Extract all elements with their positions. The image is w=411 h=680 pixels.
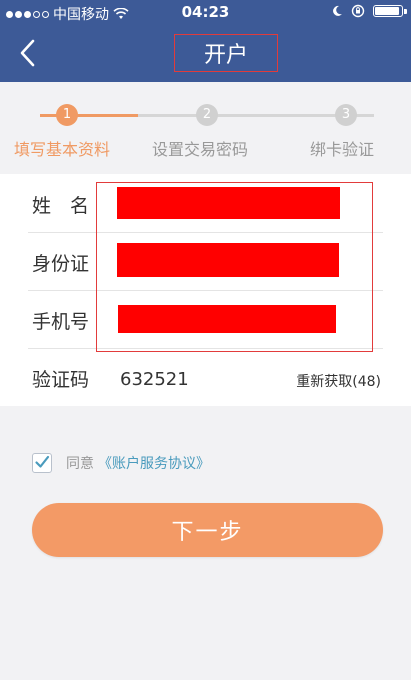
step-line-1 <box>40 114 138 117</box>
step-3-number: 3 <box>335 104 357 126</box>
status-right <box>331 4 407 18</box>
agreement-row: 同意 《账户服务协议》 <box>32 453 210 473</box>
progress-steps: 1 2 3 填写基本资料 设置交易密码 绑卡验证 <box>0 82 411 174</box>
nav-bar: 开户 <box>0 26 411 82</box>
resend-code-button[interactable]: 重新获取(48) <box>296 371 381 391</box>
status-bar: 中国移动 04:23 <box>0 0 411 26</box>
phone-label: 手机号 <box>32 311 90 333</box>
name-label: 姓 名 <box>32 195 90 217</box>
rotation-lock-icon <box>351 4 365 18</box>
step-2-label: 设置交易密码 <box>152 140 249 159</box>
moon-icon <box>333 5 342 16</box>
agreement-link[interactable]: 《账户服务协议》 <box>98 453 210 473</box>
agree-text: 同意 <box>66 456 94 472</box>
back-button[interactable] <box>14 38 44 68</box>
next-step-button[interactable]: 下一步 <box>32 503 383 557</box>
step-2-number: 2 <box>196 104 218 126</box>
step-1-label: 填写基本资料 <box>14 140 111 159</box>
battery-icon <box>373 5 407 17</box>
highlight-box <box>96 182 373 352</box>
step-1-number: 1 <box>56 104 78 126</box>
id-label: 身份证 <box>32 253 90 275</box>
agree-checkbox[interactable] <box>32 453 52 473</box>
page-title: 开户 <box>174 34 278 72</box>
code-label: 验证码 <box>32 369 90 391</box>
check-icon <box>35 455 50 468</box>
chevron-left-icon <box>20 39 35 67</box>
code-input[interactable]: 632521 <box>120 369 189 390</box>
step-3-label: 绑卡验证 <box>310 140 375 159</box>
